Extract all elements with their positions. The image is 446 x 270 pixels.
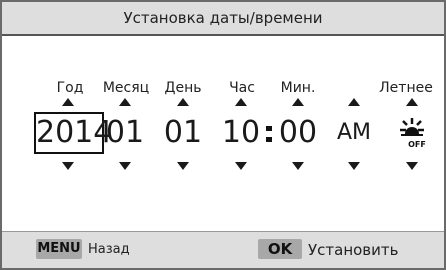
month-label: Месяц (102, 80, 150, 96)
month-up-arrow[interactable] (119, 98, 131, 106)
ampm-value[interactable]: AM (332, 112, 376, 154)
time-colon (266, 126, 272, 148)
hour-label: Час (229, 80, 255, 96)
menu-key[interactable]: MENU (36, 239, 82, 259)
ampm-down-arrow[interactable] (348, 162, 360, 170)
day-down-arrow[interactable] (177, 162, 189, 170)
month-down-arrow[interactable] (119, 162, 131, 170)
ok-key[interactable]: OK (258, 239, 302, 259)
dst-label: Летнее (379, 80, 433, 96)
dst-off-text: OFF (408, 140, 426, 149)
hour-up-arrow[interactable] (235, 98, 247, 106)
set-label[interactable]: Установить (308, 240, 398, 260)
dst-up-arrow[interactable] (406, 98, 418, 106)
hour-value[interactable]: 10 (221, 112, 261, 154)
ampm-up-arrow[interactable] (348, 98, 360, 106)
day-value[interactable]: 01 (163, 112, 203, 154)
day-label: День (164, 80, 202, 96)
dst-off-icon[interactable]: OFF (397, 116, 427, 150)
month-value[interactable]: 01 (105, 112, 145, 154)
minute-label: Мин. (280, 80, 316, 96)
minute-value[interactable]: 00 (278, 112, 318, 154)
minute-up-arrow[interactable] (292, 98, 304, 106)
screen-title: Установка даты/времени (2, 2, 444, 36)
year-up-arrow[interactable] (62, 98, 74, 106)
year-down-arrow[interactable] (62, 162, 74, 170)
dst-down-arrow[interactable] (406, 162, 418, 170)
year-value[interactable]: 2014 (34, 112, 112, 154)
hour-down-arrow[interactable] (235, 162, 247, 170)
date-time-settings-screen: Установка даты/времени Год Месяц День Ча… (0, 0, 446, 270)
back-label[interactable]: Назад (88, 240, 130, 260)
footer-bar: MENU Назад OK Установить (2, 231, 444, 268)
minute-down-arrow[interactable] (292, 162, 304, 170)
year-label: Год (56, 80, 84, 96)
sun-off-icon: OFF (400, 118, 426, 149)
day-up-arrow[interactable] (177, 98, 189, 106)
